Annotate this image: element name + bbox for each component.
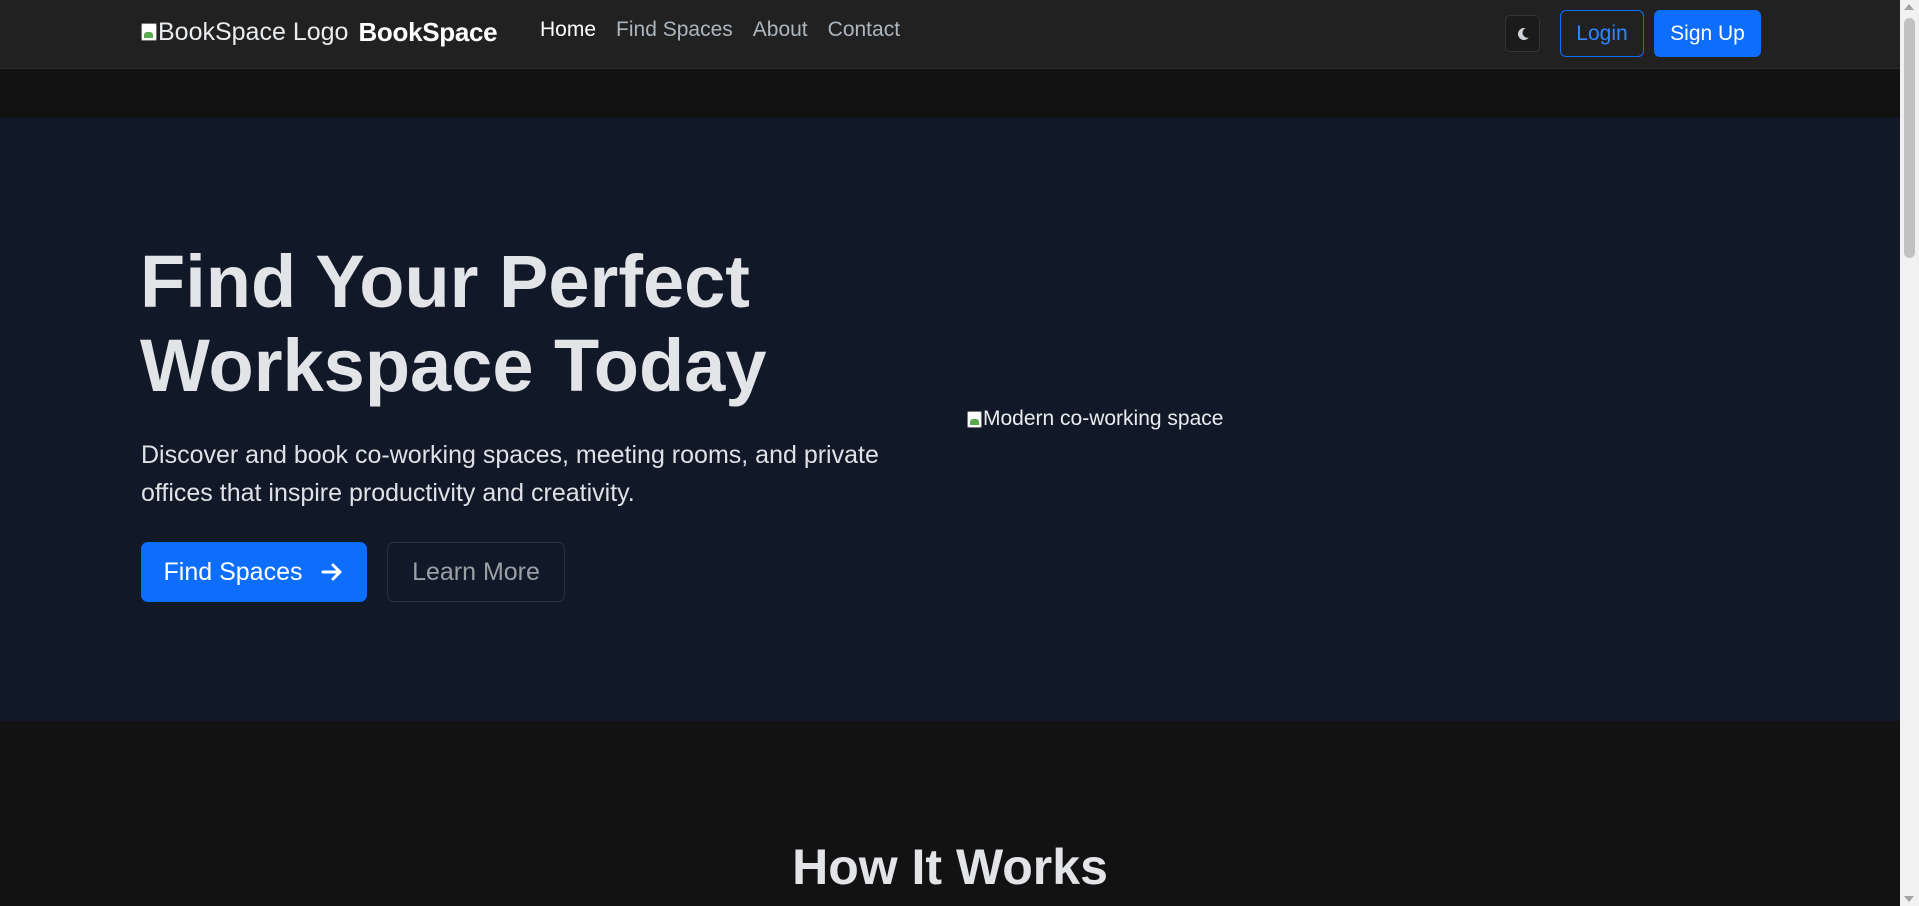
hero-section: Find Your Perfect Workspace Today Discov… — [0, 118, 1900, 721]
learn-more-button[interactable]: Learn More — [387, 542, 565, 602]
hero-title: Find Your Perfect Workspace Today — [140, 240, 960, 408]
nav-link-find-spaces[interactable]: Find Spaces — [616, 18, 733, 42]
scrollbar-thumb[interactable] — [1904, 18, 1915, 258]
hero-subtitle-line-2: offices that inspire productivity and cr… — [141, 479, 635, 507]
brand-logo-alt: BookSpace Logo — [158, 17, 349, 46]
nav-link-about[interactable]: About — [753, 18, 808, 42]
broken-image-icon — [967, 410, 982, 428]
nav-link-home[interactable]: Home — [540, 18, 596, 42]
theme-toggle-button[interactable] — [1505, 15, 1540, 52]
find-spaces-button-label: Find Spaces — [163, 557, 303, 586]
scroll-down-arrow-icon[interactable] — [1904, 896, 1914, 902]
nav-link-contact[interactable]: Contact — [828, 18, 900, 42]
nav-links: Home Find Spaces About Contact — [540, 18, 900, 42]
how-it-works-title: How It Works — [792, 839, 1108, 895]
hero-title-line-1: Find Your Perfect — [140, 240, 750, 323]
brand-name: BookSpace — [358, 16, 498, 47]
signup-button[interactable]: Sign Up — [1654, 10, 1761, 57]
hero-image-alt: Modern co-working space — [983, 407, 1224, 430]
hero-subtitle: Discover and book co-working spaces, mee… — [141, 436, 941, 512]
moon-icon — [1517, 27, 1529, 40]
brand[interactable]: BookSpace Logo BookSpace — [141, 14, 498, 50]
arrow-right-icon — [321, 563, 342, 581]
hero-subtitle-line-1: Discover and book co-working spaces, mee… — [141, 441, 879, 469]
login-button[interactable]: Login — [1560, 10, 1644, 57]
brand-logo: BookSpace Logo — [141, 18, 348, 47]
broken-image-icon — [141, 23, 157, 41]
hero-image: Modern co-working space — [967, 407, 1223, 431]
hero-title-line-2: Workspace Today — [140, 324, 767, 407]
scroll-up-arrow-icon[interactable] — [1904, 4, 1914, 10]
navbar: BookSpace Logo BookSpace Home Find Space… — [0, 0, 1900, 69]
find-spaces-button[interactable]: Find Spaces — [141, 542, 367, 602]
